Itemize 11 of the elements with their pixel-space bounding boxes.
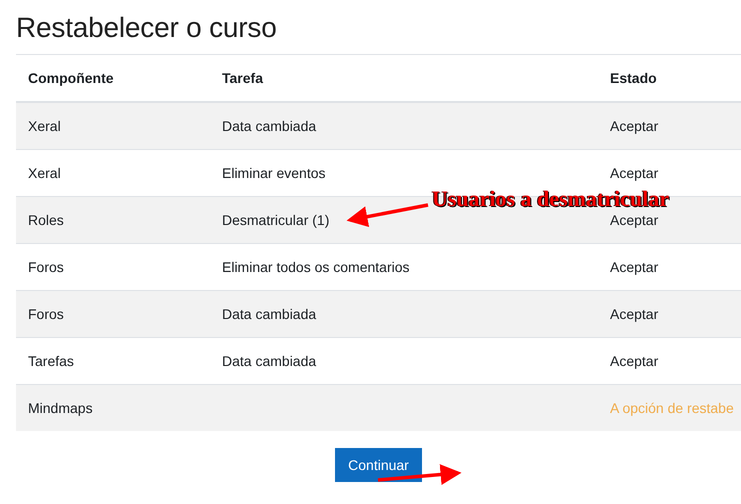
table-cell: Mindmaps [16,384,210,431]
table-cell: Data cambiada [210,290,598,338]
table-cell: Foros [16,290,210,338]
status-cell: A opción de restabe [598,384,741,431]
table-cell: Roles [16,196,210,244]
table-cell: Xeral [16,102,210,150]
page-title: Restabelecer o curso [16,0,741,55]
status-cell: Aceptar [598,290,741,338]
status-cell: Aceptar [598,102,741,150]
continue-button[interactable]: Continuar [335,448,422,482]
table-cell: Data cambiada [210,102,598,150]
